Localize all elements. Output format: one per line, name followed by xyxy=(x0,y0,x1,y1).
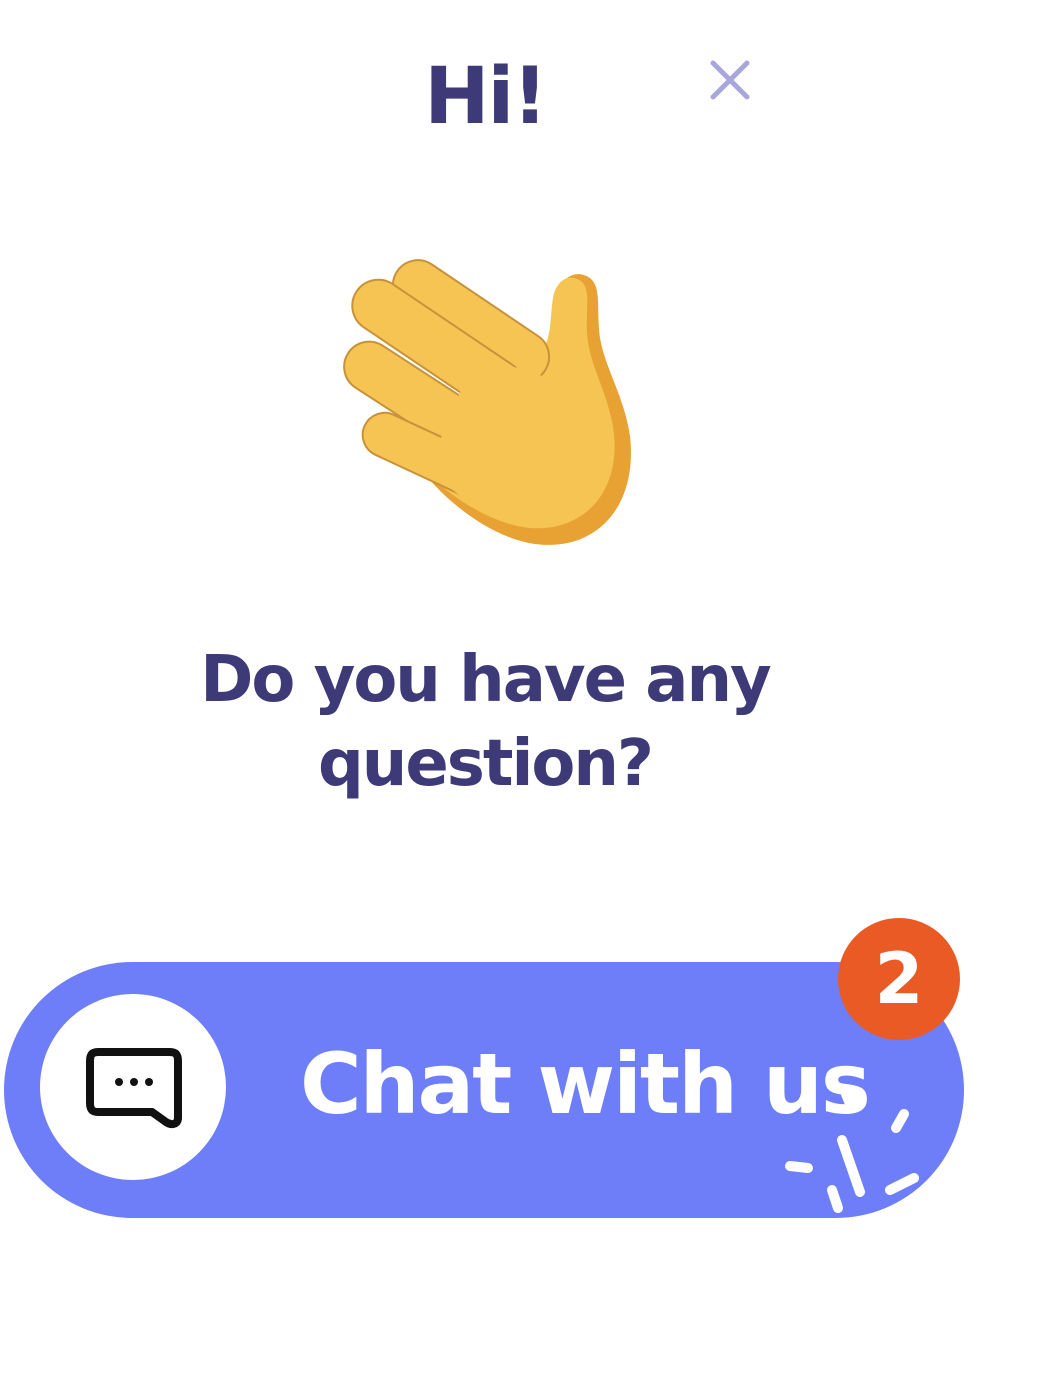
chat-bubble-icon xyxy=(86,1048,182,1129)
greeting-title: Hi! xyxy=(424,52,548,142)
close-icon xyxy=(710,60,750,100)
chat-with-us-button[interactable]: Chat with us xyxy=(4,962,964,1218)
unread-count-badge: 2 xyxy=(838,918,960,1040)
waving-hand-icon xyxy=(343,259,631,545)
close-button[interactable] xyxy=(700,50,760,110)
question-line-2: question? xyxy=(317,727,654,801)
question-line-1: Do you have any xyxy=(200,643,772,717)
question-text: Do you have any question? xyxy=(180,638,790,806)
sparkle-icon xyxy=(785,1089,919,1213)
chat-icon-circle xyxy=(40,994,226,1180)
chat-widget-popup: Hi! Do you have any question? Chat with … xyxy=(0,0,1048,1390)
